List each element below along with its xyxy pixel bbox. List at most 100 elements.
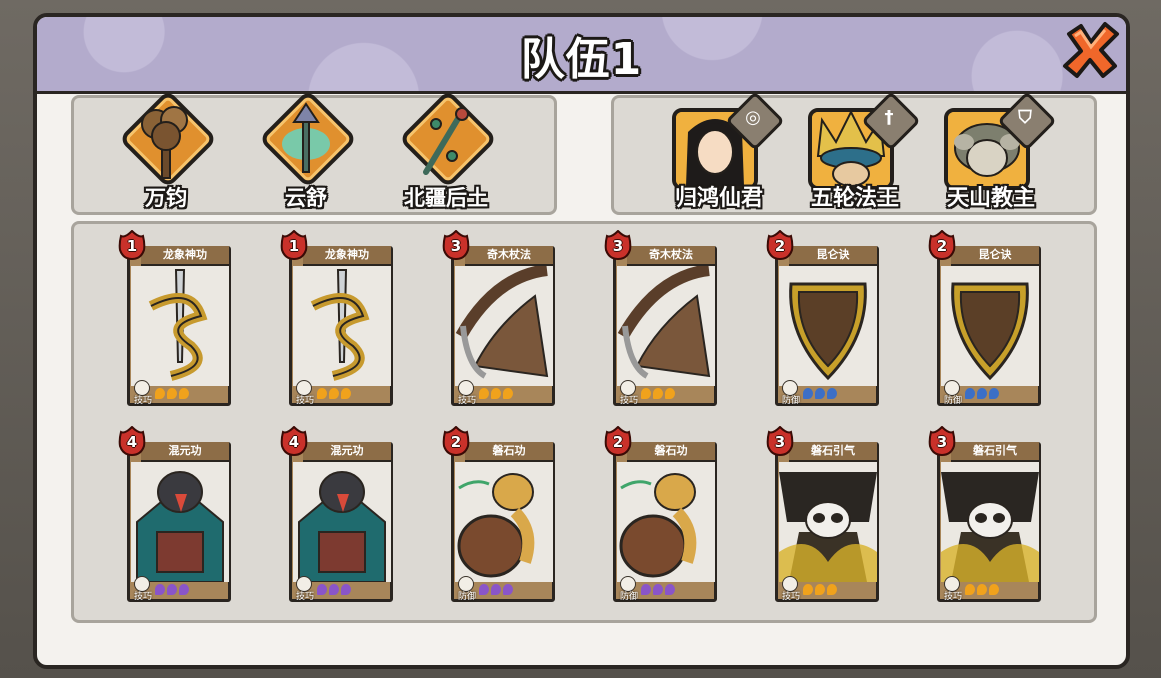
energy-dot-icon <box>179 584 189 595</box>
skill-card[interactable]: 昆仑诀 防御 2 <box>765 229 879 408</box>
skill-card[interactable]: 磐石功 防御 2 <box>603 425 717 604</box>
cost-badge: 4 <box>117 425 147 457</box>
card-footer: 防御 <box>617 576 715 602</box>
energy-dots <box>803 584 839 602</box>
skill-card[interactable]: 磐石功 防御 2 <box>441 425 555 604</box>
energy-dot-icon <box>503 388 513 399</box>
cost-value: 2 <box>774 237 786 255</box>
energy-dot-icon <box>965 584 975 595</box>
beaded-staff-relic-icon <box>423 107 469 175</box>
card-name: 混元功 <box>303 442 391 462</box>
swirl-icon: ◎ <box>745 107 761 128</box>
cost-badge: 2 <box>927 229 957 261</box>
relic-slot[interactable]: 万钧 <box>116 89 218 212</box>
relic-box: 万钧 云舒 北疆后土 <box>71 89 557 215</box>
energy-dots <box>479 388 515 406</box>
energy-dot-icon <box>815 388 825 399</box>
relic-slot[interactable]: 北疆后土 <box>396 89 498 212</box>
energy-dots <box>803 388 839 406</box>
card-name: 磐石功 <box>465 442 553 462</box>
energy-dot-icon <box>803 388 813 399</box>
energy-dot-icon <box>803 584 813 595</box>
energy-dot-icon <box>155 584 165 595</box>
card-art-bird <box>293 462 391 582</box>
card-type: 防御 <box>620 592 639 602</box>
card-art-panda <box>941 462 1039 582</box>
energy-dot-icon <box>653 388 663 399</box>
cost-badge: 1 <box>117 229 147 261</box>
skill-card[interactable]: 昆仑诀防御 2 <box>927 229 1041 408</box>
relic-slot[interactable]: 云舒 <box>256 89 358 212</box>
card-art-turtle <box>455 462 553 582</box>
card-footer: 技巧 <box>293 380 391 406</box>
card-name: 昆仑诀 <box>789 246 877 266</box>
hammer-relic-icon <box>141 106 188 179</box>
skill-card[interactable]: 磐石引气 技巧 3 <box>765 425 879 604</box>
energy-dot-icon <box>479 584 489 595</box>
energy-dot-icon <box>491 584 501 595</box>
cost-badge: 1 <box>279 229 309 261</box>
team-panel: 队伍1 万钧 云舒 北疆后土 ◎ 归鸿仙君 † 五轮法王 ⛉ 天山教主 龙象神功… <box>33 13 1130 669</box>
title-bar: 队伍1 <box>37 17 1126 94</box>
relic-name: 万钧 <box>145 186 187 210</box>
cost-badge: 4 <box>279 425 309 457</box>
energy-dot-icon <box>503 584 513 595</box>
cost-value: 1 <box>126 237 138 255</box>
skill-card[interactable]: 龙象神功 技巧 1 <box>279 229 393 408</box>
cloud-staff-relic-icon <box>282 102 330 173</box>
card-name: 混元功 <box>141 442 229 462</box>
hero-slot[interactable]: ⛉ 天山教主 <box>936 91 1057 212</box>
hero-slot[interactable]: ◎ 归鸿仙君 <box>664 91 785 212</box>
card-art-dragon-sword <box>293 266 391 386</box>
energy-dots <box>317 584 353 602</box>
card-type: 技巧 <box>134 396 153 406</box>
skill-card[interactable]: 奇木杖法 技巧 3 <box>441 229 555 408</box>
energy-dot-icon <box>665 388 675 399</box>
cost-badge: 3 <box>441 229 471 261</box>
card-art-brush <box>455 266 553 386</box>
cost-value: 3 <box>450 237 462 255</box>
cost-value: 4 <box>288 433 300 451</box>
card-art-brush <box>617 266 715 386</box>
card-footer: 防御 <box>941 380 1039 406</box>
skill-card[interactable]: 磐石引气 技巧 3 <box>927 425 1041 604</box>
energy-dot-icon <box>989 388 999 399</box>
energy-dot-icon <box>491 388 501 399</box>
card-type: 技巧 <box>296 396 315 406</box>
card-footer: 技巧 <box>779 576 877 602</box>
hero-slot[interactable]: † 五轮法王 <box>800 91 921 212</box>
card-name: 昆仑诀 <box>951 246 1039 266</box>
energy-dot-icon <box>653 584 663 595</box>
energy-dot-icon <box>329 388 339 399</box>
card-art-bird <box>131 462 229 582</box>
skill-card[interactable]: 混元功技巧 4 <box>279 425 393 604</box>
energy-dot-icon <box>977 584 987 595</box>
card-name: 磐石引气 <box>951 442 1039 462</box>
cost-value: 3 <box>774 433 786 451</box>
card-name: 奇木杖法 <box>627 246 715 266</box>
relic-name: 云舒 <box>285 186 327 210</box>
card-name: 磐石功 <box>627 442 715 462</box>
energy-dots <box>641 584 677 602</box>
relic-name: 北疆后土 <box>404 186 488 210</box>
skill-card[interactable]: 奇木杖法 技巧 3 <box>603 229 717 408</box>
card-footer: 技巧 <box>293 576 391 602</box>
skill-card[interactable]: 龙象神功 技巧 1 <box>117 229 231 408</box>
skill-card[interactable]: 混元功 技巧 4 <box>117 425 231 604</box>
energy-dot-icon <box>965 388 975 399</box>
close-button[interactable] <box>1061 20 1121 80</box>
hero-box: ◎ 归鸿仙君 † 五轮法王 ⛉ 天山教主 <box>611 91 1097 215</box>
card-art-turtle <box>617 462 715 582</box>
card-footer: 技巧 <box>617 380 715 406</box>
hero-name: 天山教主 <box>946 186 1035 211</box>
card-type: 技巧 <box>458 396 477 406</box>
card-footer: 技巧 <box>941 576 1039 602</box>
energy-dot-icon <box>317 584 327 595</box>
energy-dots <box>965 584 1001 602</box>
energy-dot-icon <box>641 584 651 595</box>
energy-dots <box>965 388 1001 406</box>
energy-dot-icon <box>179 388 189 399</box>
energy-dot-icon <box>665 584 675 595</box>
energy-dot-icon <box>329 584 339 595</box>
energy-dot-icon <box>341 584 351 595</box>
